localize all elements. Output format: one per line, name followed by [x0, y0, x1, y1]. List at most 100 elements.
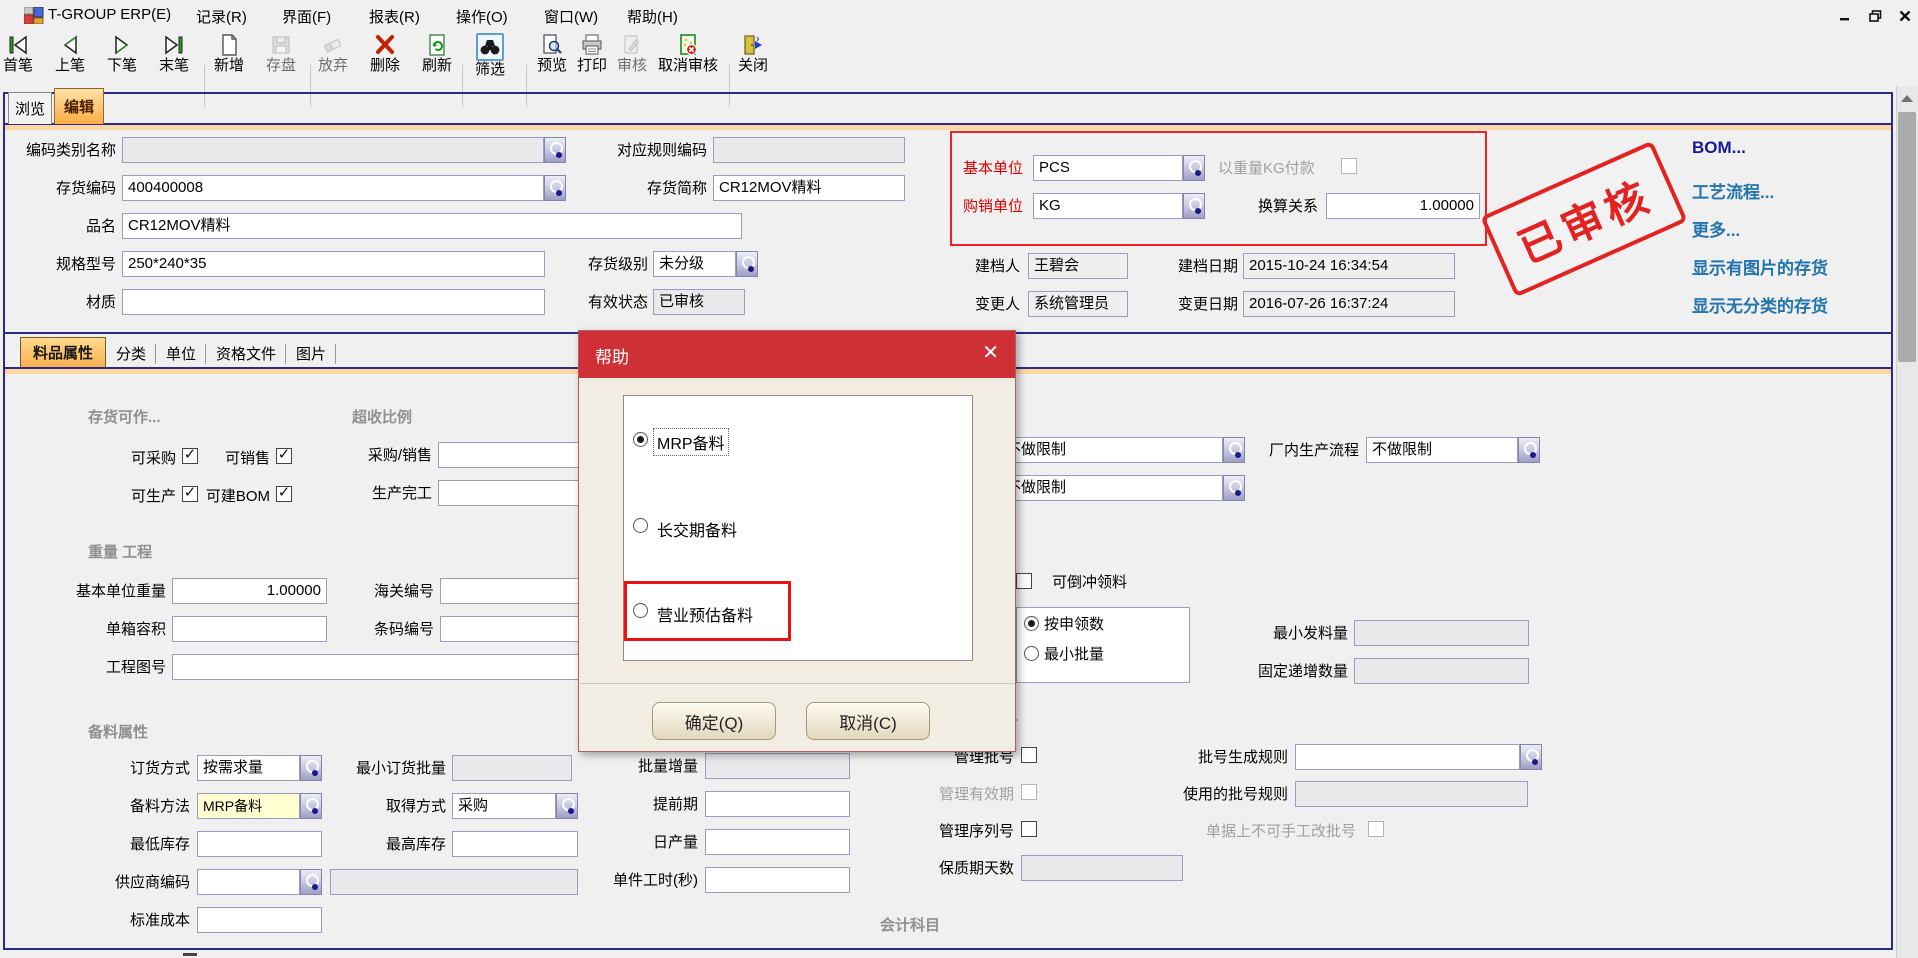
order-mode-lookup-icon[interactable] — [300, 755, 322, 781]
filter-button[interactable]: 筛选 — [470, 33, 510, 78]
spec-field[interactable]: 250*240*35 — [122, 251, 545, 277]
subtab-unit[interactable]: 单位 — [160, 341, 202, 365]
section-account: 会计科目 — [880, 914, 940, 935]
buy-sell-ratio-field[interactable] — [438, 442, 580, 468]
prep-method-lookup-icon[interactable] — [300, 793, 322, 819]
option-long-lead-label[interactable]: 长交期备料 — [657, 517, 737, 541]
batch-rule-field[interactable] — [1295, 744, 1520, 770]
ok-button[interactable]: 确定(Q) — [652, 702, 776, 740]
cancel-audit-button[interactable]: 取消审核 — [654, 33, 722, 74]
menu-item-record[interactable]: 记录(R) — [196, 6, 247, 27]
restore-icon[interactable] — [1866, 8, 1884, 24]
next-record-button[interactable]: 下笔 — [105, 33, 139, 74]
minimize-icon[interactable] — [1836, 8, 1854, 24]
std-cost-field[interactable] — [197, 907, 322, 933]
menu-item-report[interactable]: 报表(R) — [369, 6, 420, 27]
order-mode-field[interactable]: 按需求量 — [197, 755, 300, 781]
scroll-up-icon[interactable] — [1896, 88, 1918, 108]
menu-item-operate[interactable]: 操作(O) — [456, 6, 508, 27]
subtab-item-attrs[interactable]: 料品属性 — [20, 337, 106, 367]
link-bom[interactable]: BOM... — [1692, 138, 1746, 158]
close-window-icon[interactable] — [1896, 8, 1914, 24]
min-batch-radio[interactable] — [1024, 646, 1039, 661]
base-unit-field[interactable]: PCS — [1033, 155, 1183, 181]
bomable-checkbox[interactable] — [276, 486, 292, 502]
prod-done-ratio-field[interactable] — [438, 480, 580, 506]
last-record-button[interactable]: 末笔 — [157, 33, 191, 74]
conv-field[interactable]: 1.00000 — [1326, 193, 1480, 219]
delete-button[interactable]: 删除 — [368, 33, 402, 74]
inv-level-field[interactable]: 未分级 — [653, 251, 736, 277]
producible-checkbox[interactable] — [182, 486, 198, 502]
customs-field[interactable] — [440, 578, 580, 604]
prep-method-field[interactable]: MRP备料 — [197, 793, 300, 819]
option-long-lead-radio[interactable] — [633, 518, 648, 533]
code-category-lookup-icon[interactable] — [544, 137, 566, 163]
barcode-field[interactable] — [440, 616, 580, 642]
max-stock-field[interactable] — [452, 831, 578, 857]
dialog-close-icon[interactable]: ✕ — [982, 340, 999, 365]
base-weight-field[interactable]: 1.00000 — [172, 578, 327, 604]
close-button[interactable]: 关闭 — [735, 33, 771, 74]
subtab-qualification[interactable]: 资格文件 — [210, 341, 282, 365]
option-mrp-radio[interactable] — [633, 432, 648, 447]
daily-output-field[interactable] — [705, 829, 850, 855]
link-show-with-images[interactable]: 显示有图片的存货 — [1692, 254, 1828, 279]
cancel-button[interactable]: 取消(C) — [806, 702, 930, 740]
inv-code-field[interactable]: 400400008 — [122, 175, 544, 201]
factory-flow-lookup-icon[interactable] — [1518, 437, 1540, 463]
prev-record-button[interactable]: 上笔 — [53, 33, 87, 74]
new-doc-icon — [217, 33, 241, 57]
limit1-lookup-icon[interactable] — [1223, 437, 1245, 463]
acquire-lookup-icon[interactable] — [556, 793, 578, 819]
batch-rule-lookup-icon[interactable] — [1520, 744, 1542, 770]
factory-flow-field[interactable]: 不做限制 — [1366, 437, 1518, 463]
lead-time-field[interactable] — [705, 791, 850, 817]
backflush-checkbox[interactable] — [1016, 573, 1032, 589]
menu-item-app[interactable]: T-GROUP ERP(E) — [48, 6, 171, 23]
drawing-field[interactable] — [172, 654, 580, 680]
by-request-radio[interactable] — [1024, 616, 1039, 631]
supplier-field[interactable] — [197, 869, 300, 895]
help-dialog-titlebar[interactable]: 帮助 ✕ — [579, 331, 1015, 378]
subtab-category[interactable]: 分类 — [110, 341, 152, 365]
link-more[interactable]: 更多... — [1692, 216, 1740, 241]
v-scrollbar-thumb[interactable] — [1898, 112, 1916, 362]
menu-item-ui[interactable]: 界面(F) — [282, 6, 331, 27]
link-process-flow[interactable]: 工艺流程... — [1692, 178, 1774, 203]
limit-field-1[interactable]: 不做限制 — [1000, 437, 1223, 463]
used-batch-rule-field — [1295, 781, 1528, 807]
inv-level-lookup-icon[interactable] — [736, 251, 758, 277]
print-button[interactable]: 打印 — [574, 33, 610, 74]
unit-hours-field[interactable] — [705, 867, 850, 893]
sales-unit-lookup-icon[interactable] — [1183, 193, 1205, 219]
tab-edit[interactable]: 编辑 — [54, 88, 104, 124]
first-record-button[interactable]: 首笔 — [1, 33, 35, 74]
material-field[interactable] — [122, 289, 545, 315]
inv-abbr-field[interactable]: CR12MOV精料 — [713, 175, 905, 201]
refresh-button[interactable]: 刷新 — [420, 33, 454, 74]
limit-field-2[interactable]: 不做限制 — [1000, 475, 1223, 501]
menu-item-help[interactable]: 帮助(H) — [627, 6, 678, 27]
subtab-image[interactable]: 图片 — [290, 341, 332, 365]
add-button[interactable]: 新增 — [212, 33, 246, 74]
sales-unit-field[interactable]: KG — [1033, 193, 1183, 219]
min-stock-field[interactable] — [197, 831, 322, 857]
option-mrp-label[interactable]: MRP备料 — [653, 428, 729, 456]
purchasable-checkbox[interactable] — [182, 448, 198, 464]
tab-browse[interactable]: 浏览 — [8, 92, 52, 124]
limit2-lookup-icon[interactable] — [1223, 475, 1245, 501]
sellable-checkbox[interactable] — [276, 448, 292, 464]
manage-serial-checkbox[interactable] — [1021, 821, 1037, 837]
inv-code-lookup-icon[interactable] — [544, 175, 566, 201]
pname-field[interactable]: CR12MOV精料 — [122, 213, 742, 239]
link-show-unclassified[interactable]: 显示无分类的存货 — [1692, 292, 1828, 317]
manage-batch-checkbox[interactable] — [1021, 747, 1037, 763]
by-request-label: 按申领数 — [1044, 616, 1104, 634]
base-unit-lookup-icon[interactable] — [1183, 155, 1205, 181]
menu-item-window[interactable]: 窗口(W) — [544, 6, 598, 27]
acquire-field[interactable]: 采购 — [452, 793, 556, 819]
box-volume-field[interactable] — [172, 616, 327, 642]
preview-button[interactable]: 预览 — [534, 33, 570, 74]
supplier-lookup-icon[interactable] — [300, 869, 322, 895]
